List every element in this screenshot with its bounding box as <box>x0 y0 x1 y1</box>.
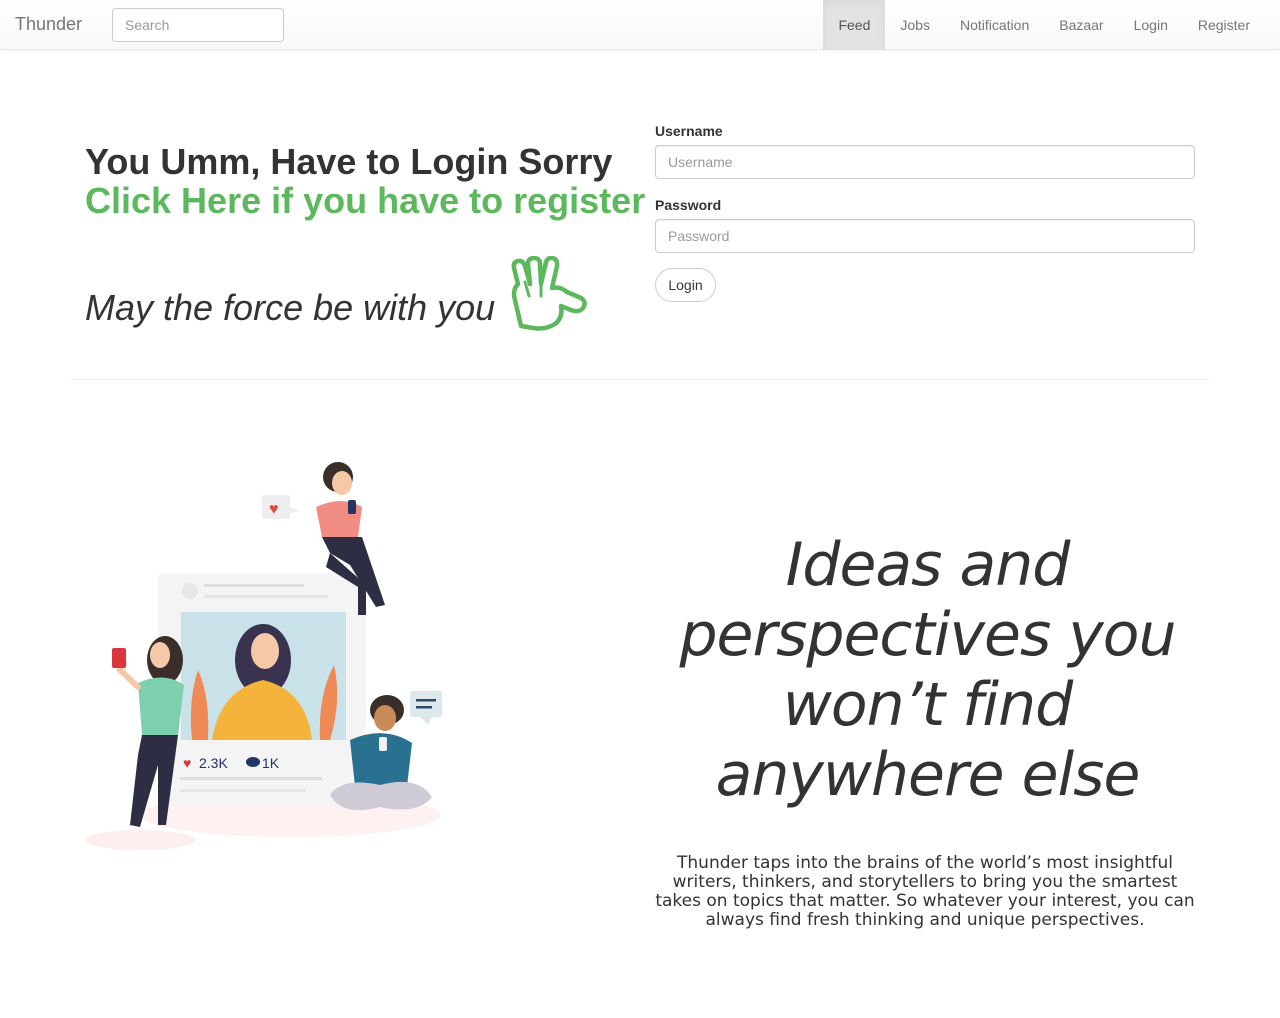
vulcan-salute-icon <box>511 256 587 331</box>
promo-description: Thunder taps into the brains of the worl… <box>655 853 1195 930</box>
nav-item-login[interactable]: Login <box>1119 0 1183 50</box>
section-divider <box>70 379 1210 380</box>
search-input[interactable] <box>112 8 284 42</box>
brand-logo[interactable]: Thunder <box>15 14 82 35</box>
nav-item-notification[interactable]: Notification <box>945 0 1044 50</box>
nav-item-jobs[interactable]: Jobs <box>885 0 945 50</box>
username-label: Username <box>655 123 723 139</box>
comment-icon <box>246 757 260 767</box>
password-label: Password <box>655 197 722 213</box>
farewell-text: May the force be with you <box>85 287 496 328</box>
nav-menu: Feed Jobs Notification Bazaar Login Regi… <box>823 0 1265 50</box>
like-count: 2.3K <box>199 755 228 771</box>
heart-icon: ♥ <box>183 755 191 771</box>
login-required-heading: You Umm, Have to Login Sorry <box>85 141 613 182</box>
svg-text:♥: ♥ <box>269 501 279 518</box>
register-link[interactable]: Click Here if you have to register <box>85 180 645 222</box>
username-field[interactable] <box>655 145 1195 179</box>
nav-item-bazaar[interactable]: Bazaar <box>1044 0 1118 50</box>
social-media-illustration: ♥ 2.3K 1K ♥ <box>85 462 442 850</box>
tagline-heading: Ideas and perspectives you won’t find an… <box>679 530 1176 810</box>
nav-item-feed[interactable]: Feed <box>823 0 886 50</box>
navbar: Thunder Feed Jobs Notification Bazaar Lo… <box>0 0 1280 50</box>
nav-item-register[interactable]: Register <box>1183 0 1265 50</box>
login-button[interactable]: Login <box>655 268 716 302</box>
password-field[interactable] <box>655 219 1195 253</box>
comment-count: 1K <box>262 755 280 771</box>
